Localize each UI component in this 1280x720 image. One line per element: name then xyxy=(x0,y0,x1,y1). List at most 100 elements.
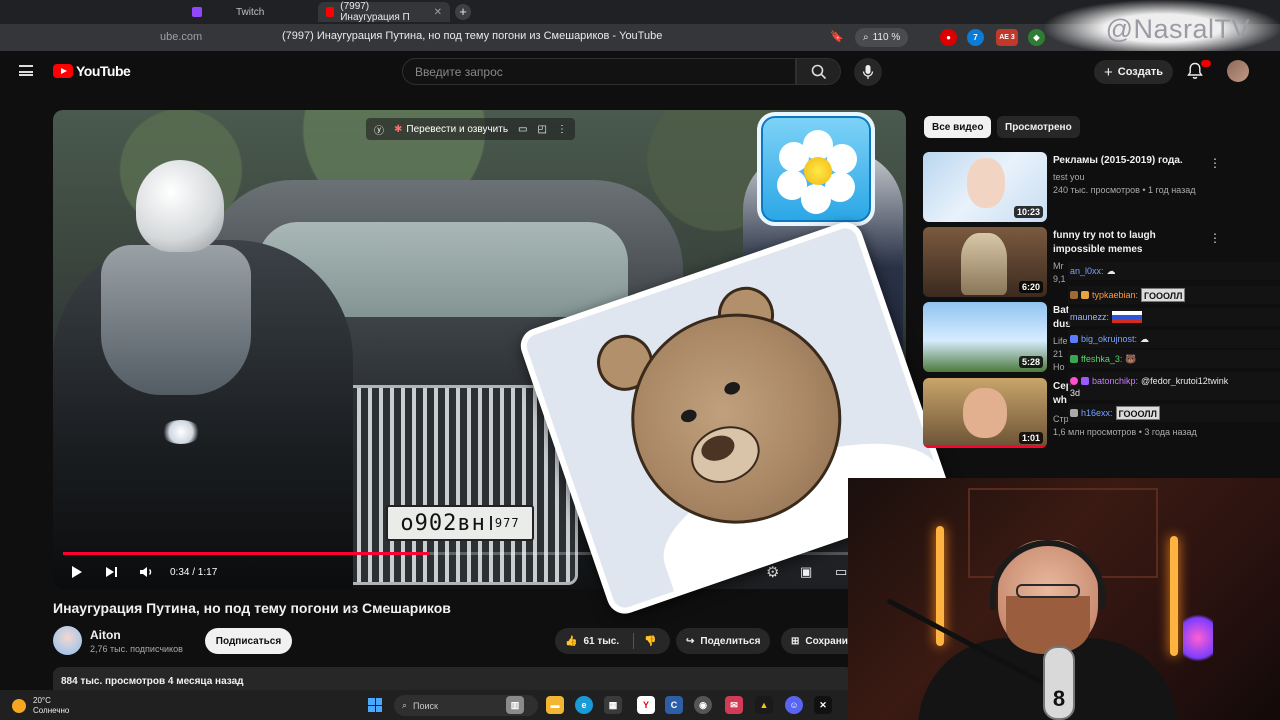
start-button[interactable] xyxy=(368,698,382,712)
messenger-icon[interactable]: ✉ xyxy=(725,696,743,714)
chat-message: typkaebian: ГОООЛЛ xyxy=(1068,286,1280,304)
rec-channel[interactable]: Life xyxy=(1053,336,1068,346)
recommendation-item[interactable]: 10:23 Рекламы (2015-2019) года. test you… xyxy=(923,152,1223,222)
next-button[interactable] xyxy=(105,558,119,586)
rec-channel[interactable]: Mr xyxy=(1053,261,1064,271)
extension-red-icon[interactable]: ● xyxy=(940,29,957,46)
chat-username: an_l0xx: xyxy=(1070,266,1104,276)
streamer-watermark: @NasralTV xyxy=(1105,14,1250,44)
video-thumbnail[interactable]: 10:23 xyxy=(923,152,1047,222)
search-input[interactable]: Введите запрос xyxy=(402,58,796,85)
chamomile-sticker xyxy=(757,112,875,226)
sub-badge-icon xyxy=(1081,291,1089,299)
sub-badge-icon xyxy=(1081,377,1089,385)
chat-username: h16exx: xyxy=(1081,408,1113,418)
rec-title[interactable]: Рекламы (2015-2019) года. xyxy=(1053,154,1203,168)
miniplayer-button[interactable]: ▣ xyxy=(800,558,812,586)
more-icon[interactable]: ⋮ xyxy=(1209,231,1221,245)
youtube-play-icon xyxy=(53,64,73,78)
volume-button[interactable] xyxy=(139,558,155,586)
like-button[interactable]: 👍 61 тыс. 👎 xyxy=(555,628,670,654)
search-highlight-icon[interactable]: ▥ xyxy=(506,696,524,714)
create-button[interactable]: + Создать xyxy=(1094,60,1174,84)
video-thumbnail[interactable]: 5:28 xyxy=(923,302,1047,372)
extension-green-icon[interactable]: ◆ xyxy=(1028,29,1045,46)
tab-youtube[interactable]: (7997) Инаугурация П ✕ xyxy=(318,1,450,23)
zoom-indicator[interactable]: ⌕ 110 % xyxy=(855,28,909,47)
discord-icon[interactable]: ☺ xyxy=(785,696,803,714)
theater-button[interactable]: ▭ xyxy=(835,558,847,586)
share-icon: ↪ xyxy=(686,635,695,647)
menu-icon[interactable] xyxy=(19,65,33,76)
video-thumbnail[interactable]: 1:01 xyxy=(923,378,1047,448)
license-plate: о902вн 977 xyxy=(386,505,534,541)
video-thumbnail[interactable]: 6:20 xyxy=(923,227,1047,297)
yandex-browser-icon[interactable]: Y xyxy=(637,696,655,714)
time-display: 0:34 / 1:17 xyxy=(170,566,218,578)
search-button[interactable] xyxy=(796,58,841,85)
chat-username: batonchikp: xyxy=(1092,376,1139,386)
rec-meta-extra: Ho xyxy=(1053,362,1065,372)
miniplayer-icon[interactable]: ◰ xyxy=(538,124,547,135)
app-icon[interactable]: ▲ xyxy=(755,696,773,714)
more-icon[interactable]: ⋮ xyxy=(557,124,567,135)
chat-text: @fedor_krutoi12twink xyxy=(1141,376,1229,386)
play-button[interactable] xyxy=(71,558,83,586)
bookmark-icon[interactable]: 🔖 xyxy=(830,30,844,43)
microphone-icon: 8 xyxy=(1043,646,1075,720)
rec-channel[interactable]: Стр xyxy=(1053,414,1069,424)
rec-title[interactable]: funny try not to laugh impossible memes xyxy=(1053,229,1203,257)
extension-7tv-icon[interactable]: 7 xyxy=(967,29,984,46)
yandex-icon[interactable]: ⓨ xyxy=(374,122,384,137)
share-button[interactable]: ↪ Поделиться xyxy=(676,628,771,654)
app-c-icon[interactable]: C xyxy=(665,696,683,714)
file-explorer-icon[interactable]: ▬ xyxy=(546,696,564,714)
duration-badge: 10:23 xyxy=(1013,206,1043,218)
new-tab-button[interactable]: + xyxy=(455,4,471,20)
close-icon[interactable]: ✕ xyxy=(434,7,442,18)
translate-button[interactable]: ✱ Перевести и озвучить xyxy=(394,124,508,135)
emote-goal: ГОООЛЛ xyxy=(1115,406,1160,420)
flag-emote-icon xyxy=(1112,311,1143,323)
channel-avatar[interactable] xyxy=(53,626,82,655)
chat-text: 3d xyxy=(1070,388,1081,398)
url-title: (7997) Инаугурация Путина, но под тему п… xyxy=(282,30,663,42)
store-icon[interactable]: ▦ xyxy=(604,696,622,714)
obs-icon[interactable]: ◉ xyxy=(694,696,712,714)
chip-all-videos[interactable]: Все видео xyxy=(924,116,992,138)
neon-light xyxy=(1170,536,1178,656)
streamer-webcam: 8 xyxy=(848,478,1280,720)
neon-figurine xyxy=(1183,608,1213,668)
player-controls: 0:34 / 1:17 ⚙ ▣ ▭ xyxy=(53,558,906,586)
tab-twitch[interactable]: Twitch xyxy=(184,2,272,22)
youtube-logo[interactable]: YouTube xyxy=(53,63,131,79)
edge-icon[interactable]: e xyxy=(575,696,593,714)
emote-icon: ☁ xyxy=(1106,265,1116,276)
thumbs-down-icon[interactable]: 👎 xyxy=(644,636,656,647)
channel-name[interactable]: Aiton xyxy=(90,628,121,642)
weather-widget[interactable]: 20°C Солнечно xyxy=(33,696,69,716)
account-avatar[interactable] xyxy=(1227,60,1249,82)
sub-badge-icon xyxy=(1070,355,1078,363)
rec-channel[interactable]: test you xyxy=(1053,172,1085,182)
theater-icon: ▭ xyxy=(835,564,848,579)
stream-chat-overlay: an_l0xx: ☁ typkaebian: ГОООЛЛ maunezz: b… xyxy=(1068,262,1280,422)
more-icon[interactable]: ⋮ xyxy=(1209,156,1221,170)
save-button[interactable]: ⊞ Сохрани xyxy=(781,628,851,654)
zoom-icon: ⌕ xyxy=(863,32,869,43)
extension-ae-icon[interactable]: AE 3 xyxy=(996,29,1018,46)
chip-watched[interactable]: Просмотрено xyxy=(997,116,1080,138)
rec-meta: 9,1 xyxy=(1053,274,1066,284)
app-x-icon[interactable]: ✕ xyxy=(814,696,832,714)
subscribe-button[interactable]: Подписаться xyxy=(205,628,292,654)
sun-icon[interactable] xyxy=(12,699,26,713)
chat-message: maunezz: xyxy=(1068,308,1280,326)
emote-icon: ☁ xyxy=(1140,333,1150,344)
voice-search-button[interactable] xyxy=(854,58,882,86)
video-helmet xyxy=(136,160,224,252)
youtube-header: YouTube Введите запрос + Создать xyxy=(0,51,1280,91)
chat-message-continued: 3d xyxy=(1068,386,1280,400)
screen: Twitch (7997) Инаугурация П ✕ + ube.com … xyxy=(0,0,1280,720)
subtitles-icon[interactable]: ▭ xyxy=(518,124,527,135)
skip-next-icon xyxy=(106,567,117,577)
